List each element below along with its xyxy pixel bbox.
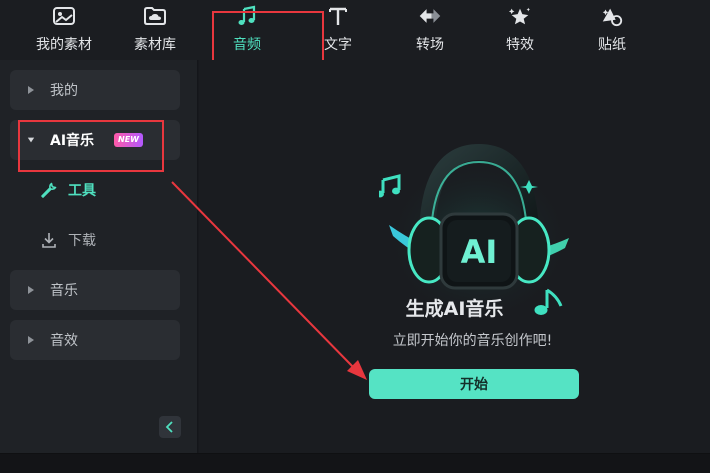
start-button[interactable]: 开始 [369,369,579,399]
caret-right-icon [28,86,34,94]
sidebar-item-label: 我的 [50,83,78,99]
top-toolbar: 我的素材 素材库 音频 文字 转场 特效 贴纸 [0,0,710,60]
tab-label: 转场 [416,37,444,53]
sidebar [0,60,198,453]
tab-label: 音频 [233,37,261,53]
svg-text:AI: AI [461,233,498,271]
tab-label: 特效 [506,37,534,53]
sidebar-item-ai-music[interactable]: AI音乐 NEW [10,120,180,160]
bottom-strip [0,453,710,473]
wrench-icon [40,181,58,199]
tab-asset-library[interactable]: 素材库 [115,0,195,60]
tab-text[interactable]: 文字 [298,0,378,60]
music-note-icon [235,5,259,27]
text-t-icon [326,5,350,27]
caret-down-icon [27,137,35,143]
sidebar-subitem-tools[interactable]: 工具 [40,178,96,202]
image-folder-icon [52,5,76,27]
sticker-icon [600,5,624,27]
tab-label: 我的素材 [36,37,92,53]
tab-stickers[interactable]: 贴纸 [572,0,652,60]
sidebar-item-sound-effects[interactable]: 音效 [10,320,180,360]
main-subtitle: 立即开始你的音乐创作吧! [392,333,553,349]
tab-label: 文字 [324,37,352,53]
subitem-label: 下载 [68,233,96,249]
tab-label: 素材库 [134,37,176,53]
subitem-label: 工具 [68,183,96,199]
sidebar-item-label: AI音乐 [50,133,95,149]
sidebar-item-label: 音效 [50,333,78,349]
new-badge: NEW [114,133,143,147]
caret-right-icon [28,336,34,344]
sidebar-item-label: 音乐 [50,283,78,299]
download-icon [40,231,58,249]
tab-label: 贴纸 [598,37,626,53]
chevron-left-icon [165,421,173,433]
sparkle-star-icon [508,5,532,27]
tab-audio[interactable]: 音频 [207,0,287,60]
main-panel: AI 生成AI音乐 立即开始你的音乐创作吧! 开始 [199,60,710,453]
tab-effects[interactable]: 特效 [480,0,560,60]
cloud-folder-icon [143,5,167,27]
tab-transition[interactable]: 转场 [390,0,470,60]
caret-right-icon [28,286,34,294]
transition-arrows-icon [418,5,442,27]
main-title: 生成AI音乐 [405,298,504,320]
tab-my-assets[interactable]: 我的素材 [24,0,104,60]
sidebar-subitem-download[interactable]: 下载 [40,228,96,252]
sidebar-item-mine[interactable]: 我的 [10,70,180,110]
sidebar-item-music[interactable]: 音乐 [10,270,180,310]
collapse-sidebar-button[interactable] [159,416,181,438]
